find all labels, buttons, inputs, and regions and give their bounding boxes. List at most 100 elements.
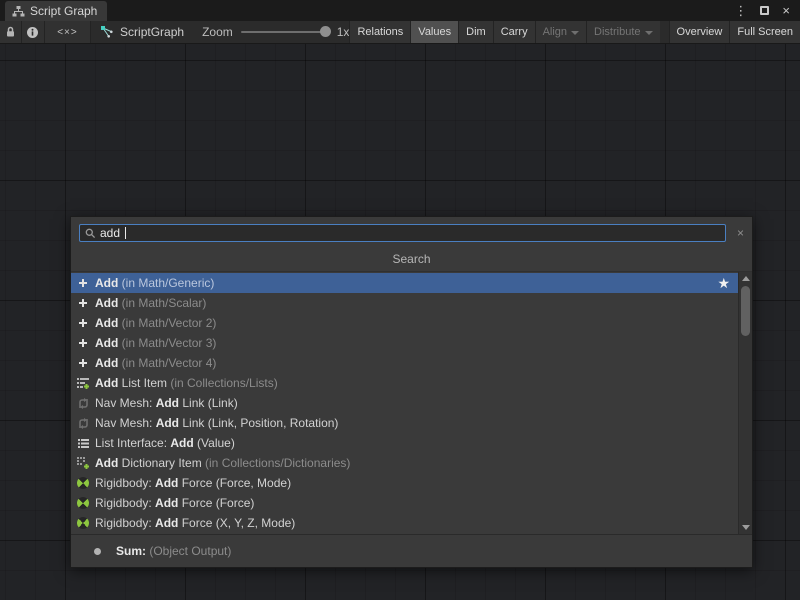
add-list-item-icon <box>76 376 90 390</box>
results-list: Add (in Math/Generic) ★ Add (in Math/Scala… <box>71 273 738 533</box>
result-label: List Interface: Add (Value) <box>95 436 235 450</box>
zoom-control: Zoom 1x <box>196 21 349 43</box>
code-icon: <×> <box>57 27 78 38</box>
toolbar-button-values[interactable]: Values <box>410 21 458 43</box>
result-label: Rigidbody: Add Force (Force, Mode) <box>95 476 291 490</box>
toolbar-button-distribute[interactable]: Distribute <box>586 21 659 43</box>
result-label: Nav Mesh: Add Link (Link) <box>95 396 238 410</box>
graph-hierarchy-icon <box>12 5 25 18</box>
result-row[interactable]: Nav Mesh: Add Link (Link, Position, Rota… <box>71 413 738 433</box>
result-label: Add (in Math/Scalar) <box>95 296 206 310</box>
toolbar-button-label: Carry <box>501 26 528 38</box>
window-controls: ⋮ × <box>734 0 800 21</box>
search-icon <box>85 228 96 239</box>
result-row[interactable]: Rigidbody: Add Force (X, Y, Z, Mode) <box>71 513 738 533</box>
result-label: Add List Item (in Collections/Lists) <box>95 376 278 390</box>
add-icon <box>76 276 90 290</box>
results-scrollbar[interactable] <box>738 272 752 534</box>
result-label: Rigidbody: Add Force (Force) <box>95 496 254 510</box>
finder-header: Search <box>71 247 752 271</box>
toolbar-button-overview[interactable]: Overview <box>669 21 730 43</box>
zoom-slider-handle[interactable] <box>320 26 331 37</box>
fuzzy-finder-popup: add × Search Add (in Math/Generic)★Add (… <box>70 216 753 568</box>
tab-script-graph[interactable]: Script Graph <box>5 1 107 21</box>
title-bar: Script Graph ⋮ × <box>0 0 800 21</box>
result-label: Add (in Math/Vector 2) <box>95 316 216 330</box>
result-row[interactable]: Nav Mesh: Add Link (Link) <box>71 393 738 413</box>
rigidbody-icon <box>76 476 90 490</box>
result-row[interactable]: Rigidbody: Add Force (Force) <box>71 493 738 513</box>
add-icon <box>76 356 90 370</box>
toolbar-button-label: Dim <box>466 26 486 38</box>
menu-icon[interactable]: ⋮ <box>734 0 747 21</box>
chevron-down-icon <box>571 31 579 35</box>
result-row[interactable]: Add List Item (in Collections/Lists) <box>71 373 738 393</box>
toolbar-button-label: Overview <box>677 26 723 38</box>
code-view-button[interactable]: <×> <box>45 21 91 43</box>
toolbar-button-label: Distribute <box>594 26 640 38</box>
result-label: Add (in Math/Generic) <box>95 276 214 290</box>
result-row[interactable]: Add (in Math/Vector 3) <box>71 333 738 353</box>
script-graph-icon <box>100 25 114 39</box>
info-button[interactable] <box>22 21 45 43</box>
result-row[interactable]: Add (in Math/Scalar) <box>71 293 738 313</box>
toolbar-button-label: Values <box>418 26 451 38</box>
info-icon <box>26 26 39 39</box>
search-input[interactable]: add <box>79 224 726 242</box>
toolbar-view-buttons: Relations Values Dim Carry Align Distribute Ov… <box>349 21 800 43</box>
chevron-down-icon <box>645 31 653 35</box>
toolbar-button-dim[interactable]: Dim <box>458 21 493 43</box>
lock-icon <box>5 26 16 38</box>
result-row[interactable]: Add (in Math/Generic) ★ <box>71 273 738 293</box>
scroll-up-icon[interactable] <box>739 272 752 285</box>
finder-footer: Sum: (Object Output) <box>71 534 752 567</box>
favorite-star-icon[interactable]: ★ <box>717 273 730 293</box>
text-caret <box>125 227 126 239</box>
add-icon <box>76 296 90 310</box>
zoom-slider[interactable] <box>241 31 329 33</box>
toolbar-button-label: Align <box>543 26 567 38</box>
result-label: Add (in Math/Vector 4) <box>95 356 216 370</box>
graph-identity: ScriptGraph <box>91 21 196 43</box>
maximize-icon[interactable] <box>760 6 769 15</box>
toolbar-button-carry[interactable]: Carry <box>493 21 535 43</box>
add-icon <box>76 316 90 330</box>
result-row[interactable]: Rigidbody: Add Force (Force, Mode) <box>71 473 738 493</box>
script-graph-window: Script Graph ⋮ × <×> ScriptGraph Zoom 1x… <box>0 0 800 600</box>
result-row[interactable]: List Interface: Add (Value) <box>71 433 738 453</box>
search-input-value: add <box>100 225 120 241</box>
nav-mesh-icon <box>76 396 90 410</box>
dot-icon <box>90 544 104 558</box>
zoom-label: Zoom <box>202 25 233 39</box>
results-panel: Add (in Math/Generic) ★ Add (in Math/Scala… <box>71 271 752 534</box>
toolbar-button-align[interactable]: Align <box>535 21 586 43</box>
result-label: Rigidbody: Add Force (X, Y, Z, Mode) <box>95 516 295 530</box>
tab-label: Script Graph <box>30 4 97 18</box>
nav-mesh-icon <box>76 416 90 430</box>
result-row[interactable]: Add (in Math/Vector 4) <box>71 353 738 373</box>
zoom-value: 1x <box>337 25 350 39</box>
scroll-down-icon[interactable] <box>739 521 752 534</box>
rigidbody-icon <box>76 496 90 510</box>
toolbar-button-label: Relations <box>357 26 403 38</box>
result-row[interactable]: Add Dictionary Item (in Collections/Dict… <box>71 453 738 473</box>
clear-search-icon[interactable]: × <box>737 226 744 240</box>
toolbar-button-relations[interactable]: Relations <box>349 21 410 43</box>
result-label: Add Dictionary Item (in Collections/Dict… <box>95 456 350 470</box>
toolbar-button-label: Full Screen <box>737 26 793 38</box>
lock-button[interactable] <box>0 21 22 43</box>
result-label: Nav Mesh: Add Link (Link, Position, Rota… <box>95 416 338 430</box>
result-row[interactable]: Add (in Math/Vector 2) <box>71 313 738 333</box>
graph-name-label: ScriptGraph <box>120 25 184 39</box>
scrollbar-thumb[interactable] <box>741 286 750 336</box>
list-icon <box>76 436 90 450</box>
rigidbody-icon <box>76 516 90 530</box>
result-label: Add (in Math/Vector 3) <box>95 336 216 350</box>
add-icon <box>76 336 90 350</box>
footer-label: Sum: (Object Output) <box>116 544 231 558</box>
toolbar-button-full-screen[interactable]: Full Screen <box>729 21 800 43</box>
search-strip: add × <box>71 217 752 247</box>
add-dictionary-item-icon <box>76 456 90 470</box>
close-icon[interactable]: × <box>782 0 790 21</box>
graph-toolbar: <×> ScriptGraph Zoom 1x Relations Values D… <box>0 21 800 44</box>
